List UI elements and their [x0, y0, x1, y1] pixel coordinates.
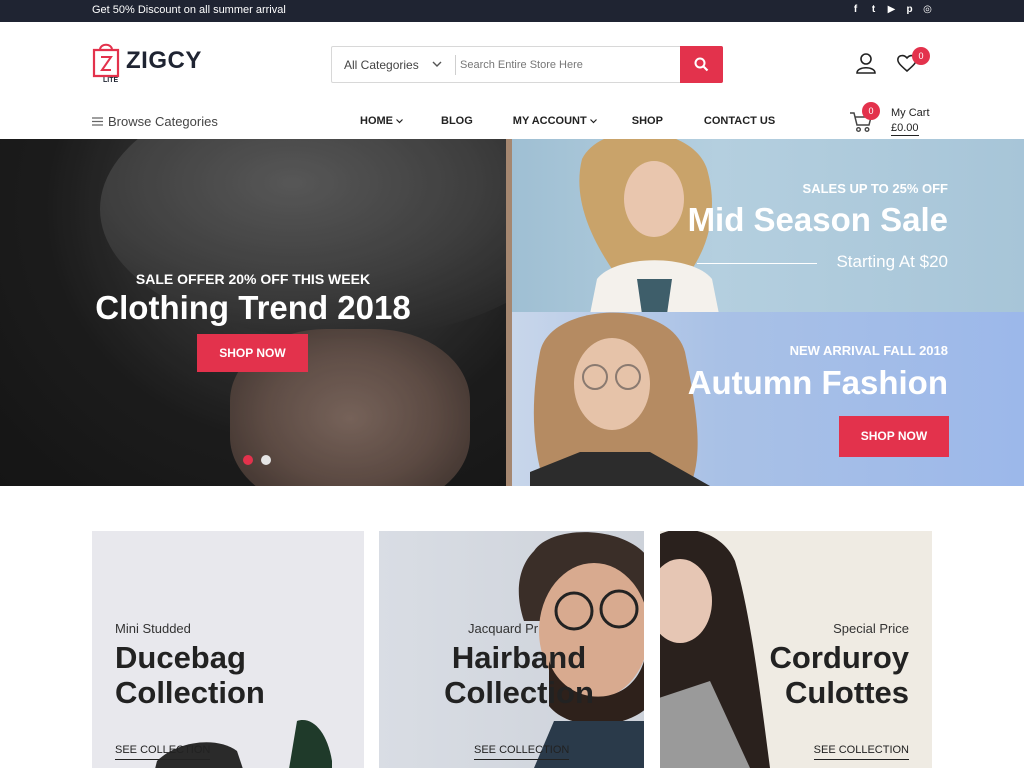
instagram-icon[interactable]: ◎	[923, 3, 932, 17]
main-nav: HOME BLOG MY ACCOUNT SHOP CONTACT US	[360, 115, 775, 127]
collection-title: Hairband Collection	[434, 640, 604, 710]
chevron-down-icon	[396, 119, 403, 124]
collection-title-line1: Corduroy	[769, 640, 910, 675]
twitter-icon[interactable]: t	[869, 3, 878, 17]
search-button[interactable]	[680, 46, 723, 83]
logo-text: ZIGCY	[126, 47, 202, 74]
logo-subtext: LITE	[103, 77, 119, 84]
pinterest-icon[interactable]: p	[905, 3, 914, 17]
nav-blog[interactable]: BLOG	[441, 115, 473, 127]
banner2-title: Autumn Fashion	[687, 364, 948, 401]
banner1-subtitle: SALES UP TO 25% OFF	[802, 181, 948, 196]
browse-categories-label: Browse Categories	[108, 114, 218, 129]
collection-title: Corduroy Culottes	[770, 640, 910, 710]
autumn-fashion-banner[interactable]: NEW ARRIVAL FALL 2018 Autumn Fashion SHO…	[512, 312, 1024, 486]
promo-text: Get 50% Discount on all summer arrival	[92, 4, 286, 16]
search-divider	[455, 55, 456, 75]
slider-dot-1[interactable]	[243, 455, 253, 465]
collection-title-line1: Hairband	[451, 640, 587, 675]
nav-shop[interactable]: SHOP	[632, 115, 663, 127]
hero-slider: SALE OFFER 20% OFF THIS WEEK Clothing Tr…	[0, 139, 506, 486]
youtube-icon[interactable]: ▶	[887, 3, 896, 17]
search-input[interactable]	[460, 55, 675, 75]
hero-subtitle: SALE OFFER 20% OFF THIS WEEK	[135, 271, 371, 287]
banner2-shop-now-button[interactable]: SHOP NOW	[839, 416, 949, 457]
mid-season-banner[interactable]: SALES UP TO 25% OFF Mid Season Sale Star…	[512, 139, 1024, 312]
menu-icon	[92, 117, 103, 126]
wishlist-count-badge: 0	[912, 47, 930, 65]
facebook-icon[interactable]: f	[851, 3, 860, 17]
collection-card-ducebag[interactable]: Mini Studded Ducebag Collection SEE COLL…	[92, 531, 364, 768]
category-select[interactable]: All Categories	[344, 58, 419, 72]
see-collection-link[interactable]: SEE COLLECTION	[115, 744, 211, 760]
cart-label[interactable]: My Cart	[891, 107, 930, 119]
shopping-bag-logo-icon	[92, 43, 120, 78]
collection-title: Ducebag Collection	[115, 640, 265, 710]
chevron-down-icon[interactable]	[432, 59, 442, 69]
nav-blog-label: BLOG	[441, 115, 473, 127]
top-bar: Get 50% Discount on all summer arrival f…	[0, 0, 1024, 22]
slider-dots	[243, 455, 271, 465]
hero-title: Clothing Trend 2018	[95, 289, 411, 326]
collection-kicker: Mini Studded	[115, 621, 191, 636]
browse-categories[interactable]: Browse Categories	[92, 114, 218, 129]
site-logo[interactable]: ZIGCY LITE	[92, 40, 212, 86]
cart-total[interactable]: £0.00	[891, 122, 919, 136]
nav-shop-label: SHOP	[631, 115, 663, 127]
chevron-down-icon	[589, 119, 597, 124]
collection-kicker: Jacquard Pr	[468, 621, 539, 636]
collection-card-corduroy[interactable]: Special Price Corduroy Culottes SEE COLL…	[660, 531, 932, 768]
banner1-rule	[697, 263, 817, 264]
search-icon	[694, 57, 709, 72]
search-bar: All Categories	[331, 46, 723, 83]
collection-title-line2: Collection	[444, 675, 594, 710]
collection-title-line1: Ducebag	[115, 640, 246, 675]
cart-count-badge: 0	[862, 102, 880, 120]
banner1-title: Mid Season Sale	[687, 201, 948, 238]
see-collection-link[interactable]: SEE COLLECTION	[474, 744, 570, 760]
nav-contact-us[interactable]: CONTACT US	[704, 115, 775, 127]
collection-card-hairband[interactable]: Jacquard Pr Hairband Collection SEE COLL…	[379, 531, 644, 768]
banner2-subtitle: NEW ARRIVAL FALL 2018	[789, 343, 948, 358]
nav-home[interactable]: HOME	[360, 115, 403, 127]
nav-my-account-label: MY ACCOUNT	[512, 115, 587, 127]
hero-shop-now-button[interactable]: SHOP NOW	[197, 334, 308, 372]
slider-dot-2[interactable]	[261, 455, 271, 465]
social-links: f t ▶ p ◎	[851, 3, 932, 17]
nav-my-account[interactable]: MY ACCOUNT	[513, 115, 597, 127]
nav-home-label: HOME	[360, 115, 393, 127]
collection-kicker: Special Price	[833, 621, 909, 636]
banner1-price-text: Starting At $20	[836, 252, 948, 271]
user-icon[interactable]	[855, 52, 877, 74]
nav-contact-us-label: CONTACT US	[703, 115, 776, 127]
see-collection-link[interactable]: SEE COLLECTION	[813, 744, 909, 760]
collection-title-line2: Culottes	[785, 675, 909, 710]
